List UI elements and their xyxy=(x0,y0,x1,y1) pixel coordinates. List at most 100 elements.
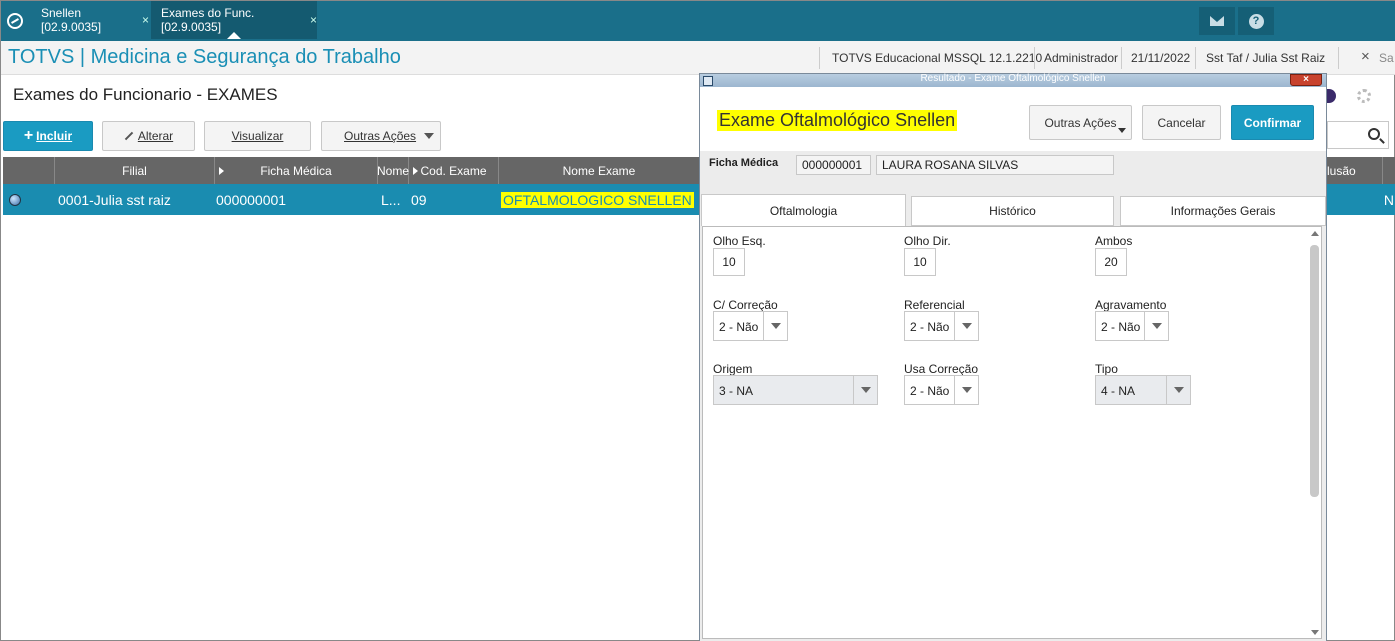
select-value: 4 - NA xyxy=(1101,384,1136,398)
vertical-scrollbar[interactable] xyxy=(1308,229,1321,637)
visualizar-label: Visualizar xyxy=(231,129,284,143)
dialog-close-button[interactable]: × xyxy=(1290,74,1322,86)
ficha-code-field[interactable]: 000000001 xyxy=(796,155,871,175)
tab-label: Snellen [02.9.0035] xyxy=(41,6,102,34)
environment-info: TOTVS Educacional MSSQL 12.1.2210 xyxy=(832,51,1043,65)
outras-acoes-button[interactable]: Outras Ações xyxy=(321,121,441,151)
divider xyxy=(1382,157,1383,184)
chevron-down-icon[interactable] xyxy=(954,376,978,404)
tab-historico[interactable]: Histórico xyxy=(911,196,1114,226)
gear-icon[interactable] xyxy=(1357,89,1371,103)
chevron-down-icon[interactable] xyxy=(1144,312,1168,340)
grid-overflow: lusão N xyxy=(1327,157,1395,215)
mail-icon[interactable] xyxy=(1199,7,1235,35)
olho-dir-label: Olho Dir. xyxy=(904,234,951,248)
outras-acoes-label: Outras Ações xyxy=(344,129,417,143)
cell-nome: L... xyxy=(381,191,401,208)
plus-icon: + xyxy=(23,127,34,144)
column-header-nome[interactable]: Nome xyxy=(377,157,409,184)
olho-esq-label: Olho Esq. xyxy=(713,234,766,248)
correcao-label: C/ Correção xyxy=(713,298,778,312)
exit-close-icon[interactable]: × xyxy=(1361,48,1370,65)
tipo-select[interactable]: 4 - NA xyxy=(1095,375,1191,405)
help-icon[interactable]: ? xyxy=(1238,7,1274,35)
correcao-select[interactable]: 2 - Não xyxy=(713,311,788,341)
dialog-title-bar: Resultado - Exame Oftalmológico Snellen xyxy=(700,74,1326,87)
result-dialog: Resultado - Exame Oftalmológico Snellen … xyxy=(699,73,1327,641)
scroll-up-icon[interactable] xyxy=(1311,231,1319,236)
confirm-button[interactable]: Confirmar xyxy=(1231,105,1314,140)
divider xyxy=(1034,47,1035,69)
search-input[interactable] xyxy=(1327,121,1389,149)
alterar-button[interactable]: Alterar xyxy=(102,121,195,151)
ficha-medica-label: Ficha Médica xyxy=(709,157,779,169)
app-header: TOTVS | Medicina e Segurança do Trabalho… xyxy=(1,41,1395,75)
usa-correcao-label: Usa Correção xyxy=(904,362,979,376)
exit-label[interactable]: Sa xyxy=(1379,51,1394,65)
search-icon[interactable] xyxy=(1368,128,1380,140)
column-label: Ficha Médica xyxy=(260,163,332,178)
chevron-down-icon[interactable] xyxy=(1166,376,1190,404)
column-resize-icon xyxy=(413,167,418,175)
tab-informacoes-gerais[interactable]: Informações Gerais xyxy=(1120,196,1326,226)
dialog-outras-acoes-button[interactable]: Outras Ações xyxy=(1029,105,1132,140)
column-header-filial[interactable]: Filial xyxy=(55,157,215,184)
origem-select[interactable]: 3 - NA xyxy=(713,375,878,405)
select-value: 3 - NA xyxy=(719,384,754,398)
divider xyxy=(1195,47,1196,69)
chevron-down-icon[interactable] xyxy=(954,312,978,340)
select-value: 2 - Não xyxy=(910,384,950,398)
column-label: Cod. Exame xyxy=(420,163,487,178)
cancel-button[interactable]: Cancelar xyxy=(1142,105,1221,140)
divider xyxy=(1338,47,1339,69)
scroll-down-icon[interactable] xyxy=(1311,630,1319,635)
table-row[interactable]: 0001-Julia sst raiz 000000001 L... 09 OF… xyxy=(3,184,699,215)
select-value: 2 - Não xyxy=(719,320,759,334)
visualizar-button[interactable]: Visualizar xyxy=(204,121,311,151)
tab-exames-func[interactable]: Exames do Func. [02.9.0035] × xyxy=(151,1,317,39)
column-header-nome-exame[interactable]: Nome Exame xyxy=(499,157,699,184)
active-tab-indicator xyxy=(227,32,241,39)
dialog-window-title: Resultado - Exame Oftalmológico Snellen xyxy=(920,73,1106,84)
ambos-label: Ambos xyxy=(1095,234,1133,248)
branch-info: Sst Taf / Julia Sst Raiz xyxy=(1206,51,1326,65)
ambos-input[interactable]: 20 xyxy=(1095,248,1127,276)
usa-correcao-select[interactable]: 2 - Não xyxy=(904,375,979,405)
tab-oftalmologia[interactable]: Oftalmologia xyxy=(701,194,906,226)
ficha-name-field[interactable]: LAURA ROSANA SILVAS xyxy=(876,155,1114,175)
divider xyxy=(819,47,820,69)
column-header-conclusao[interactable]: lusão xyxy=(1327,157,1395,184)
profile-icon[interactable] xyxy=(1327,89,1336,103)
agravamento-label: Agravamento xyxy=(1095,298,1167,312)
olho-esq-input[interactable]: 10 xyxy=(713,248,745,276)
totvs-logo-icon[interactable] xyxy=(1,1,29,41)
user-info: Administrador xyxy=(1044,51,1119,65)
column-resize-icon xyxy=(219,167,224,175)
grid-select-column xyxy=(3,157,55,184)
column-header-cod-exame[interactable]: Cod. Exame xyxy=(409,157,499,184)
referencial-select[interactable]: 2 - Não xyxy=(904,311,979,341)
referencial-label: Referencial xyxy=(904,298,965,312)
column-header-ficha-medica[interactable]: Ficha Médica xyxy=(215,157,378,184)
top-tab-bar: Snellen [02.9.0035] × Exames do Func. [0… xyxy=(1,1,1395,41)
close-icon[interactable]: × xyxy=(310,13,317,27)
olho-dir-input[interactable]: 10 xyxy=(904,248,936,276)
page-title: Exames do Funcionario - EXAMES xyxy=(13,85,278,104)
cell-nome-exame: OFTALMOLOGICO SNELLEN xyxy=(501,191,694,208)
agravamento-select[interactable]: 2 - Não xyxy=(1095,311,1169,341)
cell-cod-exame: 09 xyxy=(411,191,427,208)
grid-header: Filial Ficha Médica Nome Cod. Exame Nome… xyxy=(3,157,699,184)
alterar-label: Alterar xyxy=(137,129,174,143)
select-value: 2 - Não xyxy=(910,320,950,334)
incluir-button[interactable]: + Incluir xyxy=(3,121,93,151)
oftalmologia-panel: Olho Esq. 10 Olho Dir. 10 Ambos 20 C/ Co… xyxy=(702,226,1322,639)
scroll-thumb[interactable] xyxy=(1310,245,1319,497)
pencil-icon xyxy=(124,131,134,141)
chevron-down-icon[interactable] xyxy=(853,376,877,404)
status-legend-icon xyxy=(9,194,21,206)
cell-filial: 0001-Julia sst raiz xyxy=(58,191,171,208)
close-icon[interactable]: × xyxy=(142,13,149,27)
chevron-down-icon[interactable] xyxy=(763,312,787,340)
tab-snellen[interactable]: Snellen [02.9.0035] × xyxy=(31,1,149,39)
window-icon xyxy=(703,76,713,86)
